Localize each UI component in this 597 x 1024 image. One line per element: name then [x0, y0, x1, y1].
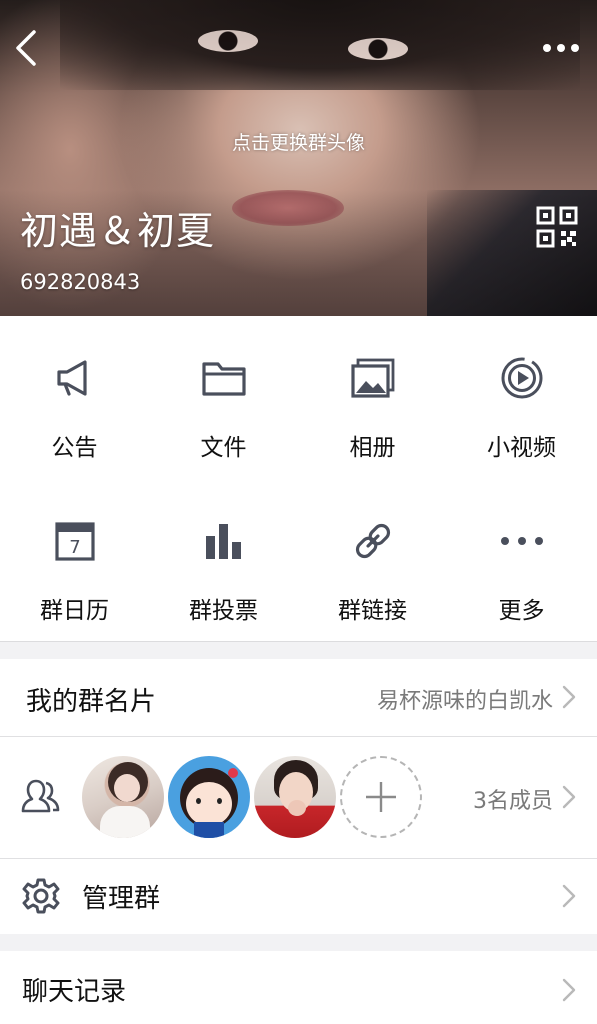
- feature-label: 群投票: [189, 598, 258, 624]
- feature-label: 文件: [200, 435, 247, 461]
- chat-history-row[interactable]: 聊天记录: [0, 951, 597, 1024]
- add-member-button[interactable]: [340, 756, 422, 838]
- group-name: 初遇＆初夏: [20, 209, 216, 253]
- manage-group-row[interactable]: 管理群: [0, 859, 597, 934]
- feature-short-video[interactable]: 小视频: [447, 316, 596, 479]
- chevron-right-icon: [562, 685, 576, 709]
- back-arrow-icon[interactable]: [10, 26, 46, 70]
- chevron-right-icon: [562, 978, 576, 1002]
- cover-photo[interactable]: [0, 0, 597, 316]
- feature-vote[interactable]: 群投票: [149, 479, 298, 642]
- group-id: 692820843: [20, 270, 141, 294]
- album-icon: [349, 354, 397, 402]
- manage-group-title: 管理群: [82, 884, 161, 914]
- video-icon: [498, 354, 546, 402]
- member-avatar[interactable]: [82, 756, 164, 838]
- more-menu-icon[interactable]: [539, 34, 583, 62]
- feature-files[interactable]: 文件: [149, 316, 298, 479]
- feature-label: 群链接: [338, 598, 407, 624]
- feature-grid: 公告 文件 相册 小视频 7 群日历 群投票 群链接 更多: [0, 316, 597, 642]
- gear-icon: [22, 878, 60, 914]
- feature-link[interactable]: 群链接: [298, 479, 447, 642]
- member-avatar[interactable]: [254, 756, 336, 838]
- change-avatar-hint[interactable]: 点击更换群头像: [0, 128, 597, 155]
- member-count: 3名成员: [473, 789, 553, 814]
- calendar-day: 7: [69, 537, 80, 558]
- feature-label: 相册: [349, 435, 396, 461]
- more-dots-icon: [498, 517, 546, 565]
- my-group-card-row[interactable]: 我的群名片 易杯源味的白凯水: [0, 659, 597, 736]
- link-icon: [349, 517, 397, 565]
- chevron-right-icon: [562, 884, 576, 908]
- feature-label: 群日历: [40, 598, 109, 624]
- my-group-card-title: 我的群名片: [26, 687, 157, 717]
- my-group-card-value: 易杯源味的白凯水: [376, 689, 553, 714]
- folder-icon: [200, 354, 248, 402]
- calendar-icon: 7: [51, 517, 99, 565]
- plus-icon: [366, 782, 396, 812]
- bar-chart-icon: [200, 517, 248, 565]
- members-icon: [21, 779, 60, 813]
- feature-label: 小视频: [487, 435, 556, 461]
- feature-album[interactable]: 相册: [298, 316, 447, 479]
- qr-code-icon[interactable]: [536, 206, 578, 248]
- feature-label: 更多: [498, 598, 545, 624]
- chevron-right-icon: [562, 785, 576, 809]
- feature-calendar[interactable]: 7 群日历: [0, 479, 149, 642]
- feature-label: 公告: [51, 435, 98, 461]
- feature-more[interactable]: 更多: [447, 479, 596, 642]
- member-avatar[interactable]: [168, 756, 250, 838]
- megaphone-icon: [51, 354, 99, 402]
- group-header: 点击更换群头像 初遇＆初夏 692820843: [0, 0, 597, 316]
- chat-history-title: 聊天记录: [22, 977, 127, 1007]
- feature-announcement[interactable]: 公告: [0, 316, 149, 479]
